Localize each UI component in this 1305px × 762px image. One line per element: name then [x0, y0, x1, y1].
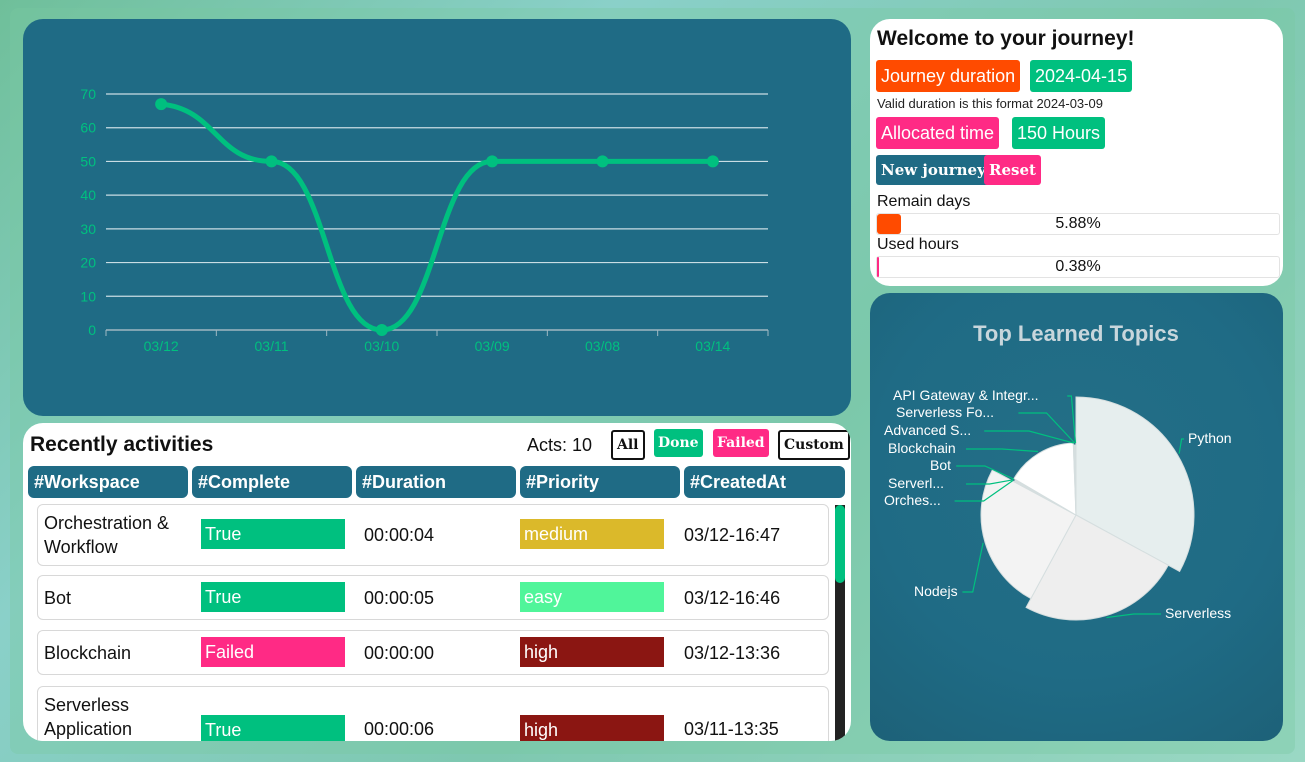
row-priority-badge: high: [520, 715, 664, 741]
data-point: [486, 155, 499, 168]
scrollbar-thumb[interactable]: [835, 505, 845, 583]
activities-panel: Recently activities Acts: 10 All Done Fa…: [23, 423, 851, 741]
data-point: [155, 98, 168, 111]
header-duration[interactable]: #Duration: [356, 466, 516, 498]
pie-leader-line: [966, 448, 1039, 453]
pie-chart-panel: Top Learned Topics Python Serverless Nodejs…: [870, 293, 1283, 741]
pie-leader-line: [984, 430, 1074, 444]
allocated-time-label: Allocated time: [876, 117, 1000, 149]
allocated-time-value[interactable]: 150 Hours: [1012, 117, 1106, 149]
row-complete-badge: Failed: [201, 637, 345, 667]
remain-days-label: Remain days: [877, 193, 971, 210]
journey-duration-value[interactable]: 2024-04-15: [1030, 60, 1133, 92]
journey-title: Welcome to your journey!: [877, 27, 1135, 50]
activities-title: Recently activities: [30, 433, 214, 456]
pie-label: Serverless: [1165, 605, 1231, 621]
pie-title: Top Learned Topics: [973, 321, 1179, 346]
filter-custom-button[interactable]: Custom: [778, 430, 850, 460]
row-duration: 00:00:04: [364, 525, 435, 545]
row-created-at: 03/12-16:47: [684, 525, 781, 545]
pie-leader-line: [1018, 412, 1076, 444]
row-complete-badge: True: [201, 519, 345, 549]
data-point: [375, 324, 388, 336]
x-tick-label: 03/09: [475, 338, 510, 354]
new-journey-button[interactable]: New journey: [876, 155, 991, 185]
remain-days-value: 5.88%: [1055, 215, 1101, 232]
row-workspace-line2: Application: [44, 719, 133, 739]
used-hours-bar: 0.38%: [876, 256, 1280, 278]
remain-days-bar: 5.88%: [876, 213, 1280, 235]
row-priority-badge: medium: [520, 519, 664, 549]
pie-label: API Gateway & Integr...: [893, 387, 1039, 403]
pie-label: Nodejs: [914, 583, 958, 599]
header-priority[interactable]: #Priority: [520, 466, 680, 498]
row-created-at: 03/12-16:46: [684, 588, 781, 608]
row-workspace: Blockchain: [44, 643, 132, 663]
row-complete-badge: True: [201, 715, 345, 741]
pie-label: Advanced S...: [884, 422, 971, 438]
row-workspace-line2: Workflow: [44, 537, 118, 557]
activities-list: Orchestration & Workflow True 00:00:04 m…: [23, 503, 835, 741]
line-chart-panel: 0 10 20 30 40 50 60 70 03/12 03/11 03/10 03/09 03/08…: [23, 19, 851, 416]
row-created-at: 03/11-13:35: [684, 719, 779, 739]
table-row[interactable]: Bot True 00:00:05 easy 03/12-16:46: [37, 575, 829, 620]
line-chart: 0 10 20 30 40 50 60 70 03/12 03/11 03/10 03/09 03/08…: [80, 86, 769, 354]
pie-label: Blockchain: [888, 440, 956, 456]
row-created-at: 03/12-13:36: [684, 643, 781, 663]
header-complete[interactable]: #Complete: [192, 466, 352, 498]
y-tick-label: 10: [80, 288, 96, 304]
pie-leader-line: [1106, 613, 1161, 619]
y-tick-label: 60: [80, 120, 96, 136]
used-hours-value: 0.38%: [1055, 258, 1101, 275]
pie-label: Orches...: [884, 492, 941, 508]
table-row[interactable]: Orchestration & Workflow True 00:00:04 m…: [37, 504, 829, 566]
row-duration: 00:00:00: [364, 643, 435, 663]
table-row[interactable]: Blockchain Failed 00:00:00 high 03/12-13…: [37, 630, 829, 675]
pie-label: Bot: [930, 457, 951, 473]
x-tick-label: 03/10: [364, 338, 399, 354]
journey-duration-label: Journey duration: [876, 60, 1021, 92]
row-duration: 00:00:06: [364, 719, 435, 739]
pie-leader-line: [962, 542, 984, 593]
x-tick-label: 03/11: [255, 338, 289, 354]
row-workspace: Bot: [44, 588, 72, 608]
row-duration: 00:00:05: [364, 588, 435, 608]
row-workspace: Serverless: [44, 695, 130, 715]
header-created-at[interactable]: #CreatedAt: [684, 466, 845, 498]
pie-label: Python: [1188, 430, 1232, 446]
y-tick-label: 40: [80, 187, 96, 203]
filter-done-button[interactable]: Done: [654, 429, 703, 457]
row-complete-badge: True: [201, 582, 345, 612]
data-point: [706, 155, 719, 168]
used-hours-label: Used hours: [877, 236, 959, 253]
filter-all-button[interactable]: All: [611, 430, 645, 460]
activities-scrollbar[interactable]: [835, 505, 845, 741]
journey-panel: Welcome to your journey! Journey duratio…: [870, 19, 1283, 286]
row-priority-badge: high: [520, 637, 664, 667]
data-point: [265, 155, 278, 168]
x-tick-label: 03/12: [144, 338, 179, 354]
acts-count: Acts: 10: [527, 435, 593, 455]
data-point: [596, 155, 609, 168]
y-tick-label: 0: [88, 322, 96, 338]
pie-label: Serverless Fo...: [896, 404, 994, 420]
y-tick-label: 20: [80, 255, 96, 271]
header-workspace[interactable]: #Workspace: [28, 466, 188, 498]
y-tick-label: 30: [80, 221, 96, 237]
pie-leader-line: [1178, 438, 1184, 454]
reset-button[interactable]: Reset: [984, 155, 1041, 185]
duration-hint: Valid duration is this format 2024-03-09: [877, 96, 1103, 111]
table-row[interactable]: Serverless Application True 00:00:06 hig…: [37, 686, 829, 741]
pie-label: Serverl...: [888, 475, 944, 491]
x-tick-label: 03/14: [695, 338, 730, 354]
pie-chart: Top Learned Topics Python Serverless Nodejs…: [884, 321, 1232, 621]
row-priority-badge: easy: [520, 582, 664, 612]
x-tick-label: 03/08: [585, 338, 620, 354]
y-tick-label: 50: [80, 153, 96, 169]
y-tick-label: 70: [80, 86, 96, 102]
filter-failed-button[interactable]: Failed: [713, 429, 769, 457]
row-workspace: Orchestration &: [44, 513, 170, 533]
